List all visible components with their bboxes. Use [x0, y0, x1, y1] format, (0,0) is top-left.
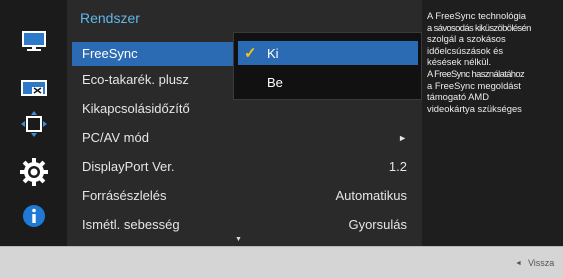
gear-icon[interactable] — [0, 154, 67, 190]
monitor-icon[interactable] — [0, 23, 67, 59]
menu-item-value: 1.2 — [388, 159, 407, 174]
menu-item-label: DisplayPort Ver. — [82, 159, 175, 174]
option-label: Ki — [267, 46, 279, 61]
menu-item-displayport-ver[interactable]: DisplayPort Ver. 1.2 — [72, 155, 417, 179]
help-panel: A FreeSync technológia a sávosodás kiküs… — [422, 0, 563, 246]
menu-title: Rendszer — [80, 10, 140, 26]
back-label: Vissza — [527, 258, 555, 268]
back-arrow-icon: ◄ — [515, 260, 522, 267]
menu-item-label: Eco-takarék. plusz — [82, 72, 189, 87]
menu-item-off-timer[interactable]: Kikapcsolásidőzítő — [72, 97, 417, 121]
menu-item-pc-av-mode[interactable]: PC/AV mód ► — [72, 126, 417, 150]
menu-item-label: Forrásészlelés — [82, 188, 167, 203]
help-line: a FreeSync megoldást — [427, 79, 521, 91]
menu-item-value: Gyorsulás — [348, 217, 407, 232]
help-line: szolgál a szokásos — [427, 33, 506, 45]
help-line: a sávosodás kiküszöbölésén — [427, 21, 531, 33]
osd-screen: Rendszer FreeSync Eco-takarék. plusz Kik… — [0, 0, 563, 278]
back-button[interactable]: ◄ Vissza — [515, 258, 554, 268]
help-line: időelcsúszások és — [427, 44, 504, 56]
help-text: A FreeSync technológia a sávosodás kiküs… — [427, 10, 563, 114]
help-line: támogató AMD — [427, 91, 490, 103]
position-arrows-icon[interactable] — [0, 106, 67, 142]
menu-item-label: PC/AV mód — [82, 130, 149, 145]
help-line: A FreeSync technológia — [427, 10, 527, 21]
menu-item-label: Kikapcsolásidőzítő — [82, 101, 190, 116]
menu-item-value: Automatikus — [335, 188, 407, 203]
info-icon[interactable] — [0, 198, 67, 234]
help-line: videokártya szükséges — [427, 102, 522, 114]
menu-item-source-detection[interactable]: Forrásészlelés Automatikus — [72, 184, 417, 208]
freesync-dropdown[interactable]: ✓ Ki Be — [233, 32, 422, 100]
bottom-bar: ◄ Vissza — [0, 246, 563, 278]
help-line: késések nélkül. — [427, 56, 492, 68]
picture-size-icon[interactable] — [0, 70, 67, 106]
icon-sidebar — [0, 0, 67, 246]
scroll-down-icon[interactable]: ▼ — [235, 236, 242, 243]
help-line: A FreeSync használatához — [427, 67, 525, 79]
option-off[interactable]: ✓ Ki — [238, 41, 418, 65]
menu-item-key-repeat-time[interactable]: Ismétl. sebesség Gyorsulás — [72, 213, 417, 237]
menu-item-label: Ismétl. sebesség — [82, 217, 180, 232]
check-icon: ✓ — [244, 45, 257, 62]
option-label: Be — [267, 75, 283, 90]
menu-item-label: FreeSync — [82, 46, 138, 61]
submenu-arrow-icon: ► — [398, 133, 407, 143]
option-on[interactable]: Be — [238, 70, 418, 94]
